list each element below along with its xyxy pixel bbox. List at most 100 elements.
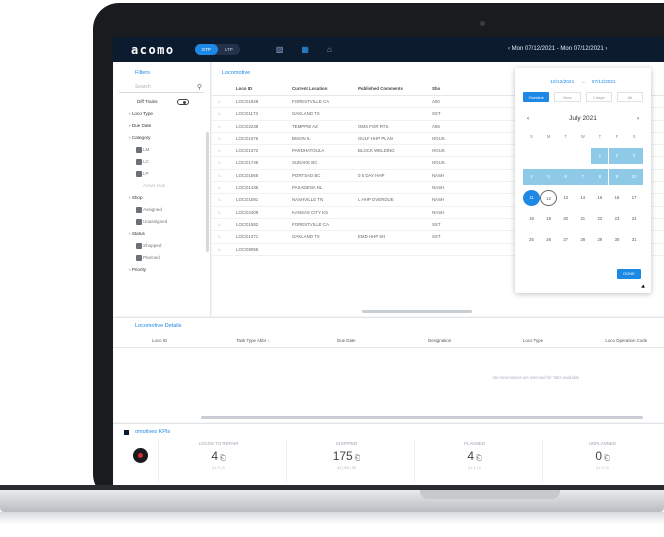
- details-column-header[interactable]: Designation: [393, 334, 486, 347]
- calendar-day[interactable]: 11: [523, 190, 540, 206]
- diff-trains-switch[interactable]: [177, 99, 189, 105]
- kpi-card[interactable]: SHOPPED 175 ⎗ 42 | 88 | 33: [286, 439, 406, 483]
- checkbox[interactable]: [136, 243, 142, 249]
- calendar-day[interactable]: 29: [591, 232, 608, 248]
- filter-option[interactable]: LM: [113, 144, 210, 156]
- tab-overdue[interactable]: Overdue: [523, 92, 550, 102]
- lock-icon[interactable]: ⌂: [218, 219, 232, 230]
- calendar-day[interactable]: 7: [574, 169, 592, 185]
- lock-icon[interactable]: ⌂: [218, 182, 232, 193]
- calendar-day[interactable]: 16: [609, 190, 626, 206]
- calendar-day[interactable]: 2: [608, 148, 626, 164]
- filter-group[interactable]: › Category: [113, 132, 210, 144]
- chevron-right-icon[interactable]: ›: [637, 104, 639, 134]
- header-shop[interactable]: Sho: [430, 82, 460, 95]
- details-column-header[interactable]: Task Type Abbr ↓: [206, 334, 299, 347]
- filter-group[interactable]: › Shop: [113, 192, 210, 204]
- calendar-day[interactable]: 18: [523, 211, 540, 227]
- kpi-card[interactable]: LOCOS TO REPAIR 4 ⎗ 0 | 0 | 3: [158, 439, 278, 483]
- header-current-location[interactable]: Current Location: [280, 82, 352, 95]
- calendar-day[interactable]: 10: [625, 169, 643, 185]
- calendar-day[interactable]: 22: [591, 211, 608, 227]
- lock-icon[interactable]: ⌂: [218, 145, 232, 156]
- details-column-header[interactable]: Loco Operation Code: [580, 334, 664, 347]
- checkbox[interactable]: [136, 147, 142, 153]
- header-loco-id[interactable]: Loco ID: [232, 82, 280, 95]
- calendar-day[interactable]: 23: [609, 211, 626, 227]
- calendar-day[interactable]: 31: [626, 232, 643, 248]
- filter-group[interactable]: › Loco Type: [113, 108, 210, 120]
- lock-icon[interactable]: ⌂: [218, 207, 232, 218]
- mode-toggle[interactable]: GTP LTP: [194, 44, 240, 55]
- range-to[interactable]: 07/12/2021: [592, 80, 616, 85]
- filter-option[interactable]: LP: [113, 168, 210, 180]
- lock-icon[interactable]: ⌂: [218, 244, 232, 255]
- calendar-day[interactable]: 20: [557, 211, 574, 227]
- filter-option[interactable]: Active Hub: [113, 180, 210, 192]
- tab-1-days[interactable]: 1 days: [585, 92, 612, 102]
- lock-icon[interactable]: ⌂: [218, 133, 232, 144]
- checkbox[interactable]: [136, 171, 142, 177]
- calendar-day[interactable]: 14: [574, 190, 591, 206]
- range-from[interactable]: 10/12/2021: [550, 80, 574, 85]
- calendar-day[interactable]: 21: [574, 211, 591, 227]
- calendar-day[interactable]: 12: [540, 190, 558, 206]
- filter-option[interactable]: Assigned: [113, 204, 210, 216]
- lock-icon[interactable]: ⌂: [218, 170, 232, 181]
- record-icon[interactable]: [133, 448, 148, 463]
- toggle-ltp[interactable]: LTP: [218, 44, 240, 55]
- calendar-day[interactable]: 28: [574, 232, 591, 248]
- lock-icon[interactable]: ⌂: [218, 157, 232, 168]
- done-button[interactable]: DONE: [617, 269, 641, 279]
- checkbox[interactable]: [136, 255, 142, 261]
- filter-group[interactable]: › Due Date: [113, 120, 210, 132]
- date-range[interactable]: ‹ Mon 07/12/2021 - Mon 07/12/2021 ›: [508, 37, 607, 62]
- calendar-day[interactable]: 13: [557, 190, 574, 206]
- calendar-icon[interactable]: ▦: [301, 45, 309, 54]
- search-icon[interactable]: ⚲: [197, 82, 202, 93]
- lock-icon[interactable]: ⌂: [218, 194, 232, 205]
- filter-option[interactable]: Shopped: [113, 240, 210, 252]
- chart-icon[interactable]: ▧: [276, 45, 284, 54]
- calendar-day[interactable]: 15: [591, 190, 608, 206]
- checkbox[interactable]: [136, 207, 142, 213]
- checkbox[interactable]: [136, 219, 142, 225]
- home-icon[interactable]: ⌂: [327, 45, 332, 54]
- filters-search-input[interactable]: Search ⚲: [119, 82, 204, 93]
- collapse-icon[interactable]: [124, 430, 129, 435]
- lock-icon[interactable]: ⌂: [218, 231, 232, 242]
- chevron-left-icon[interactable]: ‹: [527, 104, 529, 134]
- calendar-day[interactable]: 24: [626, 211, 643, 227]
- calendar-day[interactable]: 30: [609, 232, 626, 248]
- tab-now[interactable]: Now: [554, 92, 581, 102]
- header-published-comments[interactable]: Published Comments: [352, 82, 430, 95]
- filter-option[interactable]: LC: [113, 156, 210, 168]
- calendar-day[interactable]: 9: [608, 169, 626, 185]
- table-scrollbar[interactable]: [362, 310, 472, 313]
- calendar-day[interactable]: 19: [540, 211, 557, 227]
- calendar-day[interactable]: 8: [591, 169, 609, 185]
- diff-trains-row[interactable]: Diff Trains: [113, 96, 210, 108]
- kpi-card[interactable]: UNPLANNED 0 ⎗ 0 | 0 | 0: [542, 439, 662, 483]
- calendar-day[interactable]: 3: [625, 148, 643, 164]
- tab-all[interactable]: All: [616, 92, 643, 102]
- calendar-day[interactable]: 17: [626, 190, 643, 206]
- calendar-day[interactable]: 6: [557, 169, 575, 185]
- filter-option[interactable]: Planned: [113, 252, 210, 264]
- details-column-header[interactable]: Loco Type: [486, 334, 579, 347]
- toggle-gtp[interactable]: GTP: [194, 44, 218, 55]
- filter-group[interactable]: › Status: [113, 228, 210, 240]
- lock-icon[interactable]: ⌂: [218, 121, 232, 132]
- checkbox[interactable]: [136, 159, 142, 165]
- details-scrollbar[interactable]: [201, 416, 643, 419]
- calendar-day[interactable]: 4: [523, 169, 540, 185]
- filter-group[interactable]: › Priority: [113, 264, 210, 276]
- details-column-header[interactable]: Loco ID: [113, 334, 206, 347]
- calendar-day[interactable]: 26: [540, 232, 557, 248]
- filter-option[interactable]: Unassigned: [113, 216, 210, 228]
- calendar-day[interactable]: 5: [540, 169, 558, 185]
- kpi-card[interactable]: PLANNED 4 ⎗ 0 | 1 | 3: [414, 439, 534, 483]
- lock-icon[interactable]: ⌂: [218, 108, 232, 119]
- filters-scrollbar[interactable]: [206, 132, 209, 252]
- calendar-day[interactable]: 1: [591, 148, 609, 164]
